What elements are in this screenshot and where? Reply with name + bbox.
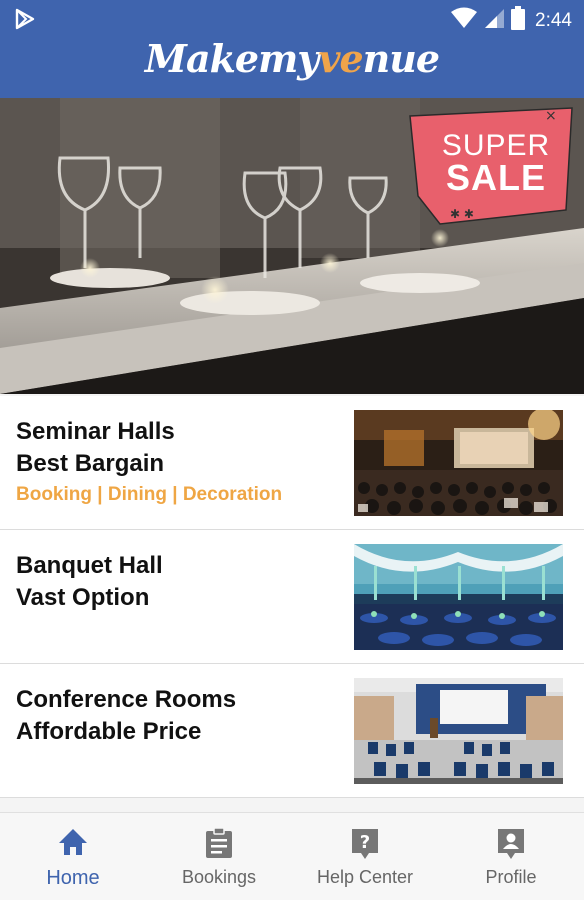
- svg-text:×: ×: [545, 108, 557, 124]
- seminar-hall-image: [354, 410, 563, 516]
- wifi-icon: [451, 7, 478, 34]
- clipboard-icon: [146, 827, 292, 861]
- conference-room-image: [354, 678, 563, 784]
- svg-text:?: ?: [360, 832, 370, 853]
- app-header: 2:44 Makemyvenue: [0, 0, 584, 98]
- home-icon: [0, 827, 146, 861]
- app-logo: Makemyvenue: [144, 36, 440, 81]
- status-bar: 2:44: [0, 0, 584, 38]
- banquet-hall-image: [354, 544, 563, 650]
- profile-icon: [438, 827, 584, 861]
- nav-profile[interactable]: Profile: [438, 813, 584, 900]
- status-time: 2:44: [535, 9, 572, 31]
- nav-bookings[interactable]: Bookings: [146, 813, 292, 900]
- help-icon: ?: [292, 827, 438, 861]
- nav-help-center[interactable]: ? Help Center: [292, 813, 438, 900]
- card-banquet-hall[interactable]: Banquet Hall Vast Option: [0, 530, 584, 664]
- card-seminar-halls[interactable]: Seminar Halls Best Bargain Booking | Din…: [0, 396, 584, 530]
- card-services: Booking | Dining | Decoration: [16, 484, 283, 505]
- card-conference-rooms[interactable]: Conference Rooms Affordable Price: [0, 664, 584, 798]
- play-store-icon: [14, 8, 36, 35]
- battery-icon: [511, 6, 526, 35]
- svg-text:✱ ✱: ✱ ✱: [450, 207, 474, 221]
- bottom-navigation: Home Bookings ? Help Center Profile: [0, 812, 584, 900]
- card-title: Banquet Hall Vast Option: [16, 552, 163, 611]
- sale-badge-text: SUPER SALE: [441, 129, 551, 198]
- card-title: Conference Rooms Affordable Price: [16, 686, 237, 745]
- card-title: Seminar Halls Best Bargain: [16, 418, 175, 477]
- hero-banner[interactable]: × ✱ ✱ SUPER SALE: [0, 98, 584, 394]
- signal-icon: [483, 7, 505, 34]
- nav-home[interactable]: Home: [0, 813, 146, 900]
